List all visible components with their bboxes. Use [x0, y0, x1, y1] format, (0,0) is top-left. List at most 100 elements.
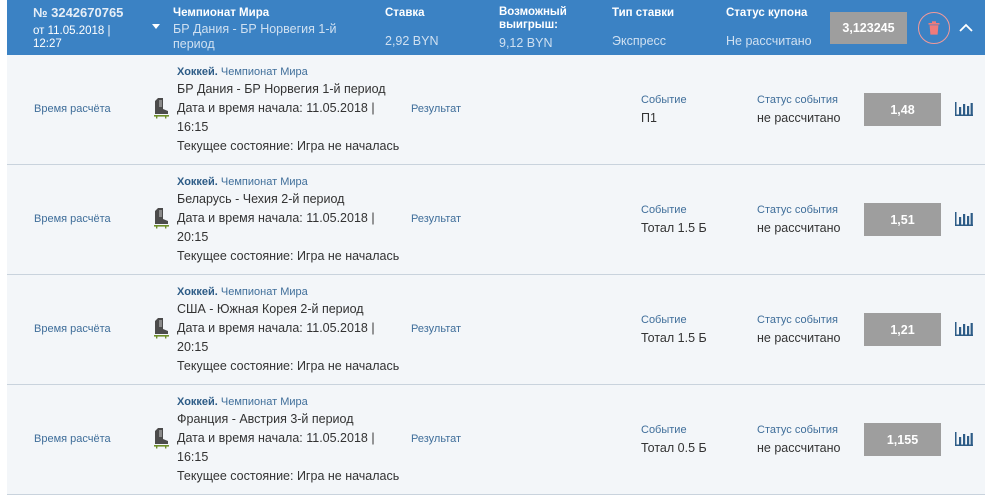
- bar-chart-icon[interactable]: [955, 102, 973, 116]
- league-name: Чемпионат Мира: [220, 286, 308, 298]
- event-status-value: не рассчитано: [757, 221, 841, 235]
- event-block: Событие П1: [641, 94, 687, 125]
- coupon-card: № 3242670765 от 11.05.2018 | 12:27 Чемпи…: [7, 0, 985, 497]
- hockey-skate-icon: [154, 428, 169, 449]
- match-name: Беларусь - Чехия 2-й период: [177, 192, 345, 206]
- start-time-line2: 20:15: [177, 230, 209, 244]
- match-name: США - Южная Корея 2-й период: [177, 302, 364, 316]
- bet-type-value: Экспресс: [612, 34, 667, 48]
- trash-icon: [928, 21, 940, 35]
- total-coefficient: 3,123245: [830, 12, 907, 44]
- coupon-date-line2: 12:27: [33, 38, 62, 50]
- coupon-id-block: № 3242670765 от 11.05.2018 | 12:27: [33, 6, 123, 51]
- bet-event-row: Время расчёта Хоккей. Чемпионат Мира Бел…: [7, 165, 985, 275]
- header-coupon-status: Статус купона Не рассчитано: [726, 6, 812, 48]
- match-name: БР Дания - БР Норвегия 1-й период: [177, 82, 386, 96]
- chevron-up-icon: [959, 23, 973, 32]
- bar-chart-icon[interactable]: [955, 432, 973, 446]
- possible-win-label-line2: выигрыш:: [499, 19, 559, 31]
- result-label: Результат: [411, 213, 462, 225]
- bet-event-row: Время расчёта Хоккей. Чемпионат Мира Фра…: [7, 385, 985, 495]
- coupon-number: № 3242670765: [33, 5, 124, 20]
- bet-event-row: Время расчёта Хоккей. Чемпионат Мира БР …: [7, 55, 985, 165]
- possible-win-label-line1: Возможный: [499, 6, 567, 18]
- sport-name: Хоккей.: [177, 396, 218, 408]
- event-status-label: Статус события: [757, 204, 838, 216]
- match-name: Франция - Австрия 3-й период: [177, 412, 354, 426]
- event-status-label: Статус события: [757, 314, 838, 326]
- start-time-line1: Дата и время начала: 11.05.2018 |: [177, 431, 375, 445]
- coupon-header[interactable]: № 3242670765 от 11.05.2018 | 12:27 Чемпи…: [7, 0, 985, 55]
- event-status-value: не рассчитано: [757, 331, 841, 345]
- result-label: Результат: [411, 323, 462, 335]
- header-stake: Ставка 2,92 BYN: [385, 6, 439, 48]
- header-possible-win: Возможный выигрыш: 9,12 BYN: [499, 6, 567, 50]
- event-status-block: Статус события не рассчитано: [757, 314, 840, 345]
- current-state: Текущее состояние: Игра не началась: [177, 249, 400, 263]
- event-info: Хоккей. Чемпионат Мира США - Южная Корея…: [177, 285, 402, 376]
- league-name: Чемпионат Мира: [220, 66, 308, 78]
- delete-coupon-button[interactable]: [918, 12, 950, 44]
- coupon-date-line1: от 11.05.2018 |: [33, 25, 111, 37]
- start-time-line1: Дата и время начала: 11.05.2018 |: [177, 101, 375, 115]
- event-coefficient: 1,21: [864, 313, 941, 346]
- event-label: Событие: [641, 204, 687, 216]
- event-coefficient: 1,51: [864, 203, 941, 236]
- league-name: Чемпионат Мира: [220, 176, 308, 188]
- header-championship: Чемпионат Мира БР Дания - БР Норвегия 1-…: [173, 6, 373, 52]
- event-block: Событие Тотал 0.5 Б: [641, 424, 707, 455]
- stake-value: 2,92 BYN: [385, 34, 439, 48]
- event-block: Событие Тотал 1.5 Б: [641, 204, 707, 235]
- sport-name: Хоккей.: [177, 66, 218, 78]
- calc-time-label: Время расчёта: [34, 103, 111, 115]
- hockey-skate-icon: [154, 318, 169, 339]
- hockey-skate-icon: [154, 98, 169, 119]
- event-info: Хоккей. Чемпионат Мира БР Дания - БР Нор…: [177, 65, 402, 156]
- event-label: Событие: [641, 314, 687, 326]
- result-label: Результат: [411, 103, 462, 115]
- coupon-status-value: Не рассчитано: [726, 34, 812, 48]
- possible-win-value: 9,12 BYN: [499, 36, 553, 50]
- collapse-button[interactable]: [957, 18, 975, 36]
- event-status-value: не рассчитано: [757, 441, 841, 455]
- event-status-value: не рассчитано: [757, 111, 841, 125]
- stake-label: Ставка: [385, 7, 425, 19]
- result-label: Результат: [411, 433, 462, 445]
- header-championship-value: БР Дания - БР Норвегия 1-й период: [173, 22, 337, 51]
- event-status-block: Статус события не рассчитано: [757, 424, 840, 455]
- event-info: Хоккей. Чемпионат Мира Беларусь - Чехия …: [177, 175, 402, 266]
- bet-type-label: Тип ставки: [612, 7, 675, 19]
- start-time-line2: 16:15: [177, 120, 209, 134]
- calc-time-label: Время расчёта: [34, 213, 111, 225]
- bar-chart-icon[interactable]: [955, 212, 973, 226]
- event-block: Событие Тотал 1.5 Б: [641, 314, 707, 345]
- start-time-line1: Дата и время начала: 11.05.2018 |: [177, 211, 375, 225]
- event-info: Хоккей. Чемпионат Мира Франция - Австрия…: [177, 395, 402, 486]
- bar-chart-icon[interactable]: [955, 322, 973, 336]
- current-state: Текущее состояние: Игра не началась: [177, 139, 400, 153]
- start-time-line2: 16:15: [177, 450, 209, 464]
- bet-event-row: Время расчёта Хоккей. Чемпионат Мира США…: [7, 275, 985, 385]
- coupon-status-label: Статус купона: [726, 7, 808, 19]
- event-status-block: Статус события не рассчитано: [757, 204, 840, 235]
- header-bet-type: Тип ставки Экспресс: [612, 6, 674, 48]
- event-label: Событие: [641, 424, 687, 436]
- current-state: Текущее состояние: Игра не началась: [177, 359, 400, 373]
- coupon-date: от 11.05.2018 | 12:27: [33, 25, 123, 51]
- event-status-label: Статус события: [757, 94, 838, 106]
- event-value: Тотал 1.5 Б: [641, 221, 707, 235]
- event-value: Тотал 0.5 Б: [641, 441, 707, 455]
- event-label: Событие: [641, 94, 687, 106]
- sport-name: Хоккей.: [177, 176, 218, 188]
- event-value: П1: [641, 111, 657, 125]
- calc-time-label: Время расчёта: [34, 433, 111, 445]
- event-coefficient: 1,155: [864, 423, 941, 456]
- hockey-skate-icon: [154, 208, 169, 229]
- calc-time-label: Время расчёта: [34, 323, 111, 335]
- chevron-down-icon[interactable]: [152, 24, 160, 29]
- event-value: Тотал 1.5 Б: [641, 331, 707, 345]
- sport-name: Хоккей.: [177, 286, 218, 298]
- event-coefficient: 1,48: [864, 93, 941, 126]
- league-name: Чемпионат Мира: [220, 396, 308, 408]
- start-time-line2: 20:15: [177, 340, 209, 354]
